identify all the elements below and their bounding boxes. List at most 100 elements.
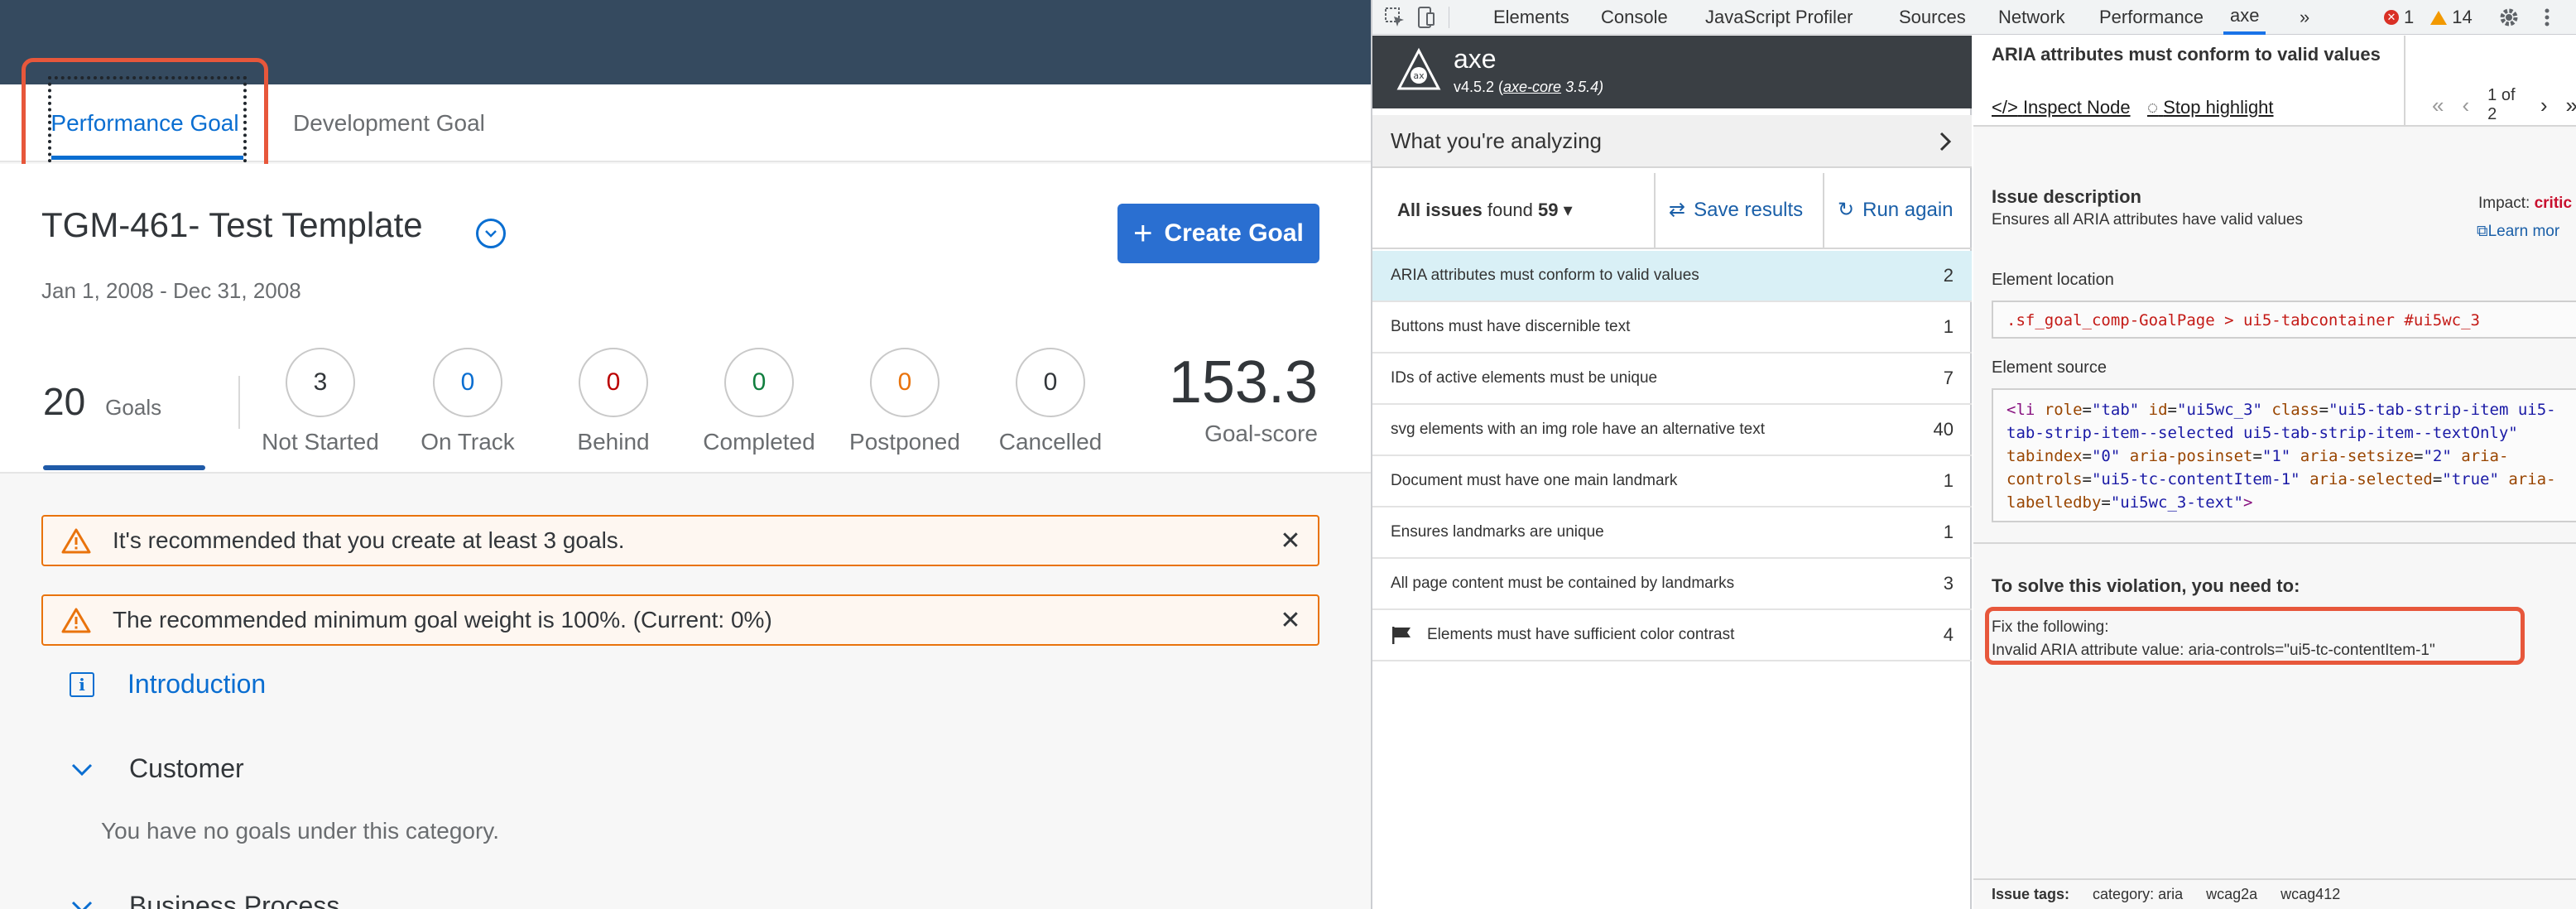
impact-label: Impact: [2478,195,2530,212]
issue-item[interactable]: svg elements with an img role have an al… [1372,405,1972,456]
stat-postponed[interactable]: 0 Postponed [834,348,975,455]
warning-count: 14 [2452,7,2473,27]
tab-axe[interactable]: axe [2223,0,2266,35]
kebab-menu-icon[interactable] [2535,5,2559,30]
section-introduction-label: Introduction [127,669,267,699]
stat-circle: 0 [579,348,648,417]
stop-highlight-label: Stop highlight [2163,97,2274,118]
svg-text:ax: ax [1413,70,1425,81]
issue-item[interactable]: All page content must be contained by la… [1372,559,1972,610]
stat-cancelled[interactable]: 0 Cancelled [980,348,1121,455]
more-tabs-icon[interactable]: » [2300,0,2309,35]
found-label: found [1487,200,1533,220]
issue-label: Document must have one main landmark [1391,472,1678,489]
rule-title: ARIA attributes must conform to valid va… [1992,44,2381,65]
issue-label: IDs of active elements must be unique [1391,369,1658,387]
tab-performance-goal[interactable]: Performance Goal [33,84,257,162]
issue-item[interactable]: IDs of active elements must be unique 7 [1372,354,1972,405]
warning-icon [2430,10,2448,25]
inspect-node-label: Inspect Node [2022,97,2131,118]
axe-core-link[interactable]: axe-core [1503,79,1561,95]
warning-message-strip: The recommended minimum goal weight is 1… [41,594,1319,646]
issue-item[interactable]: Ensures landmarks are unique 1 [1372,507,1972,559]
gear-icon[interactable] [2497,5,2521,30]
issue-detail-header: ARIA attributes must conform to valid va… [1973,36,2576,127]
axe-version: v4.5.2 (axe-core 3.5.4) [1454,79,1603,96]
learn-more-link[interactable]: ⧉Learn mor [2477,223,2559,241]
tab-elements[interactable]: Elements [1493,0,1569,35]
issues-filter-dropdown[interactable]: All issues found 59 ▾ [1397,200,1573,221]
section-customer-label: Customer [129,753,244,783]
issue-description-label: Issue description [1992,186,2141,207]
issue-count: 7 [1943,368,1954,388]
stat-on-track[interactable]: 0 On Track [397,348,538,455]
pager-text: 1 of 2 [2487,86,2516,123]
first-page-icon[interactable]: « [2432,93,2444,118]
tab-console[interactable]: Console [1601,0,1668,35]
found-count: 59 [1538,200,1559,220]
issue-count: 2 [1943,265,1954,286]
save-results-button[interactable]: ⇄ Save results [1669,198,1803,222]
shell-bar [0,0,1371,84]
issue-item[interactable]: Elements must have sufficient color cont… [1372,610,1972,661]
axe-core-version: 3.5.4) [1561,79,1604,95]
stat-label: Behind [577,429,650,454]
goal-score-value: 153.3 [1168,349,1318,416]
section-customer[interactable]: Customer [70,753,244,784]
section-introduction[interactable]: i Introduction [70,669,266,700]
device-toolbar-icon[interactable] [1414,5,1439,30]
tab-sources[interactable]: Sources [1899,0,1966,35]
last-page-icon[interactable]: » [2566,93,2576,118]
issue-tag: wcag412 [2280,886,2341,902]
tab-performance[interactable]: Performance [2099,0,2204,35]
tab-network[interactable]: Network [1998,0,2065,35]
stop-highlight-link[interactable]: ◌ Stop highlight [2147,97,2274,118]
inspect-element-icon[interactable] [1382,5,1407,30]
section-business-process[interactable]: Business Process [70,891,339,909]
template-dropdown-icon[interactable] [476,219,506,248]
warning-text: It's recommended that you create at leas… [113,527,625,553]
learn-more-label: Learn mor [2487,223,2560,240]
console-issues-counter[interactable]: ✕ 1 14 [2384,0,2473,35]
external-link-icon: ⧉ [2477,223,2488,240]
issue-label: ARIA attributes must conform to valid va… [1391,267,1699,284]
goals-summary[interactable]: 20 Goals [43,379,161,424]
refresh-icon: ↻ [1838,199,1855,221]
issue-item[interactable]: ARIA attributes must conform to valid va… [1372,251,1972,302]
issue-count: 4 [1943,624,1954,645]
what-youre-analyzing[interactable]: What you're analyzing [1372,115,1972,168]
impact-value: critic [2534,195,2573,212]
stat-circle: 0 [1016,348,1085,417]
stat-circle: 0 [724,348,794,417]
stat-not-started[interactable]: 3 Not Started [250,348,391,455]
issue-count: 40 [1933,419,1954,440]
create-goal-button[interactable]: + Create Goal [1117,204,1319,263]
goal-score: 153.3 Goal-score [1169,353,1318,447]
error-count: 1 [2404,7,2415,27]
all-issues-label: All issues [1397,200,1483,220]
warning-text: The recommended minimum goal weight is 1… [113,607,772,632]
inspect-node-link[interactable]: </> Inspect Node [1992,97,2131,118]
previous-icon[interactable]: ‹ [2462,93,2469,118]
code-icon: </> [1992,97,2018,118]
stat-label: Cancelled [998,429,1103,454]
issue-tag: category: aria [2093,886,2184,902]
issue-tags-bar: Issue tags: category: aria wcag2a wcag41… [1973,878,2576,909]
fix-label: Fix the following: [1992,618,2109,636]
next-icon[interactable]: › [2540,93,2548,118]
issue-item[interactable]: Document must have one main landmark 1 [1372,456,1972,507]
stat-completed[interactable]: 0 Completed [689,348,829,455]
caret-down-icon: ▾ [1563,200,1573,220]
run-again-button[interactable]: ↻ Run again [1838,198,1954,222]
tab-development-goal[interactable]: Development Goal [293,84,485,162]
close-icon[interactable]: ✕ [1278,527,1303,555]
issue-description: Ensures all ARIA attributes have valid v… [1992,211,2303,228]
axe-version-prefix: v4.5.2 ( [1454,79,1504,95]
issue-item[interactable]: Buttons must have discernible text 1 [1372,302,1972,354]
tab-javascript-profiler[interactable]: JavaScript Profiler [1705,0,1853,35]
divider [2404,36,2405,127]
empty-category-text: You have no goals under this category. [101,818,500,844]
warning-icon [61,608,91,633]
stat-behind[interactable]: 0 Behind [543,348,684,455]
close-icon[interactable]: ✕ [1278,607,1303,634]
